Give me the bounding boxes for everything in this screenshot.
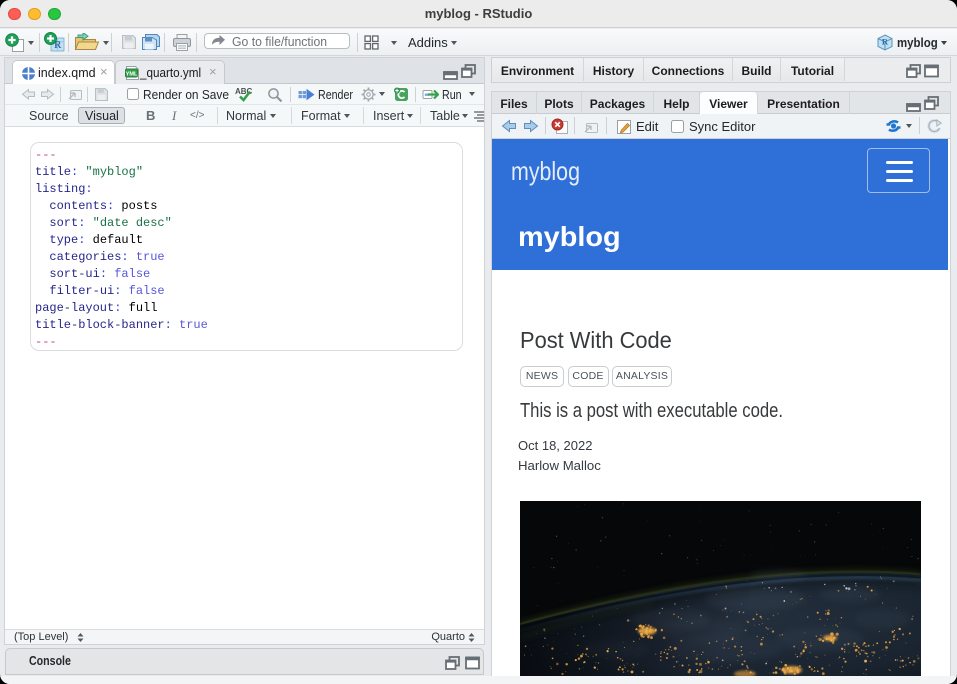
svg-text:R: R (882, 37, 889, 47)
svg-text:YML: YML (126, 71, 138, 77)
